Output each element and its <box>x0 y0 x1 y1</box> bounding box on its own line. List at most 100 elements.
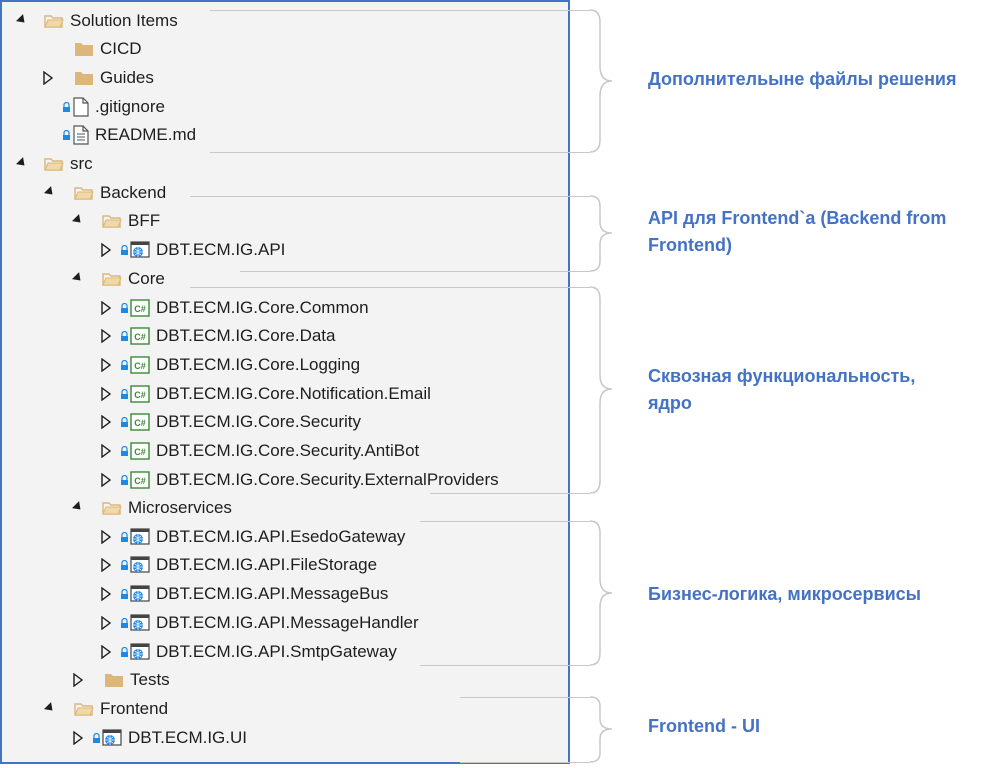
curly-brace-frontend <box>589 696 613 763</box>
curly-brace-solution-files <box>589 9 613 153</box>
expander-closed-icon[interactable] <box>98 615 114 631</box>
expander-closed-icon[interactable] <box>98 328 114 344</box>
group-connector-line <box>190 287 590 288</box>
expander-closed-icon[interactable] <box>70 730 86 746</box>
group-connector-line <box>460 762 590 763</box>
tree-item-label: DBT.ECM.IG.API <box>156 240 286 259</box>
curly-brace-core <box>589 286 613 494</box>
web-project-icon <box>102 729 122 747</box>
expander-closed-icon[interactable] <box>98 644 114 660</box>
csharp-project-icon: C# <box>130 413 150 431</box>
tree-item-microservices[interactable]: Microservices <box>70 494 630 522</box>
tree-item-project-file-storage[interactable]: DBT.ECM.IG.API.FileStorage <box>98 551 658 579</box>
tree-item-src[interactable]: src <box>14 150 574 178</box>
tree-item-project-message-bus[interactable]: DBT.ECM.IG.API.MessageBus <box>98 580 658 608</box>
tree-item-tests[interactable]: Tests <box>70 666 630 694</box>
tree-item-project-core-logging[interactable]: C# DBT.ECM.IG.Core.Logging <box>98 351 658 379</box>
tree-item-project-core-data[interactable]: C# DBT.ECM.IG.Core.Data <box>98 322 658 350</box>
tree-item-label: DBT.ECM.IG.Core.Security.ExternalProvide… <box>156 470 499 489</box>
lock-icon <box>62 129 71 141</box>
folder-icon <box>74 41 94 57</box>
tree-item-label: DBT.ECM.IG.Core.Data <box>156 326 336 345</box>
tree-item-project-ui[interactable]: DBT.ECM.IG.UI <box>70 724 630 752</box>
tree-item-solution-items[interactable]: Solution Items <box>14 7 574 35</box>
tree-item-project-message-handler[interactable]: DBT.ECM.IG.API.MessageHandler <box>98 609 658 637</box>
tree-item-project-esedo-gateway[interactable]: DBT.ECM.IG.API.EsedoGateway <box>98 523 658 551</box>
expander-open-icon[interactable] <box>70 213 86 229</box>
expander-closed-icon[interactable] <box>98 414 114 430</box>
web-project-icon <box>130 643 150 661</box>
svg-text:C#: C# <box>134 418 146 428</box>
expander-open-icon[interactable] <box>42 185 58 201</box>
tree-item-backend[interactable]: Backend <box>42 179 602 207</box>
lock-icon <box>120 474 129 486</box>
tree-item-label: DBT.ECM.IG.API.FileStorage <box>156 555 378 574</box>
group-connector-line <box>420 521 590 522</box>
tree-item-project-core-common[interactable]: C# DBT.ECM.IG.Core.Common <box>98 294 658 322</box>
annotation-solution-files: Дополнительыне файлы решения <box>648 69 957 89</box>
tree-item-label: DBT.ECM.IG.Core.Security.AntiBot <box>156 441 420 460</box>
web-project-icon <box>130 528 150 546</box>
tree-item-bff[interactable]: BFF <box>70 207 630 235</box>
curly-brace-microservices <box>589 520 613 666</box>
expander-open-icon[interactable] <box>14 156 30 172</box>
lock-icon <box>120 388 129 400</box>
csharp-project-icon: C# <box>130 356 150 374</box>
web-project-icon <box>130 241 150 259</box>
folder-icon <box>104 672 124 688</box>
tree-item-project-core-notification-email[interactable]: C# DBT.ECM.IG.Core.Notification.Email <box>98 380 658 408</box>
folder-open-icon <box>74 701 94 717</box>
tree-item-project-api[interactable]: DBT.ECM.IG.API <box>98 236 658 264</box>
tree-item-project-core-security-externalproviders[interactable]: C# DBT.ECM.IG.Core.Security.ExternalProv… <box>98 466 658 494</box>
expander-open-icon[interactable] <box>70 500 86 516</box>
expander-closed-icon[interactable] <box>98 586 114 602</box>
expander-closed-icon[interactable] <box>98 300 114 316</box>
expander-closed-icon[interactable] <box>98 557 114 573</box>
expander-closed-icon[interactable] <box>98 472 114 488</box>
tree-item-gitignore[interactable]: .gitignore <box>62 93 622 121</box>
lock-icon <box>120 416 129 428</box>
lock-icon <box>120 359 129 371</box>
tree-item-label: DBT.ECM.IG.API.EsedoGateway <box>156 527 406 546</box>
tree-item-label: Tests <box>130 670 170 689</box>
expander-closed-icon[interactable] <box>98 386 114 402</box>
tree-item-label: Guides <box>100 68 154 87</box>
expander-closed-icon[interactable] <box>70 672 86 688</box>
tree-item-label: Core <box>128 269 165 288</box>
expander-closed-icon[interactable] <box>98 443 114 459</box>
expander-closed-icon[interactable] <box>98 529 114 545</box>
svg-text:C#: C# <box>134 447 146 457</box>
expander-open-icon[interactable] <box>14 13 30 29</box>
folder-open-icon <box>102 271 122 287</box>
tree-item-readme[interactable]: README.md <box>62 121 622 149</box>
folder-open-icon <box>74 185 94 201</box>
tree-item-project-core-security-antibot[interactable]: C# DBT.ECM.IG.Core.Security.AntiBot <box>98 437 658 465</box>
expander-closed-icon[interactable] <box>40 70 56 86</box>
svg-text:C#: C# <box>134 332 146 342</box>
folder-open-icon <box>44 156 64 172</box>
expander-closed-icon[interactable] <box>98 242 114 258</box>
group-connector-line <box>210 152 590 153</box>
tree-item-frontend[interactable]: Frontend <box>42 695 602 723</box>
tree-item-core[interactable]: Core <box>70 265 630 293</box>
tree-item-project-core-security[interactable]: C# DBT.ECM.IG.Core.Security <box>98 408 658 436</box>
annotation-core: Сквозная функциональность, ядро <box>648 366 916 413</box>
tree-item-cicd[interactable]: CICD <box>44 35 604 63</box>
lock-icon <box>120 330 129 342</box>
tree-item-project-smtp-gateway[interactable]: DBT.ECM.IG.API.SmtpGateway <box>98 638 658 666</box>
annotation-microservices: Бизнес-логика, микросервисы <box>648 584 922 604</box>
expander-closed-icon[interactable] <box>98 357 114 373</box>
group-connector-line <box>460 697 590 698</box>
tree-item-label: DBT.ECM.IG.API.SmtpGateway <box>156 642 397 661</box>
tree-item-label: Backend <box>100 183 167 202</box>
csharp-project-icon: C# <box>130 385 150 403</box>
folder-open-icon <box>44 13 64 29</box>
expander-open-icon[interactable] <box>70 271 86 287</box>
tree-item-label: Microservices <box>128 498 232 517</box>
tree-item-guides[interactable]: Guides <box>40 64 600 92</box>
lock-icon <box>92 732 101 744</box>
expander-open-icon[interactable] <box>42 701 58 717</box>
folder-open-icon <box>102 213 122 229</box>
group-connector-line <box>190 196 590 197</box>
tree-item-label: BFF <box>128 211 161 230</box>
